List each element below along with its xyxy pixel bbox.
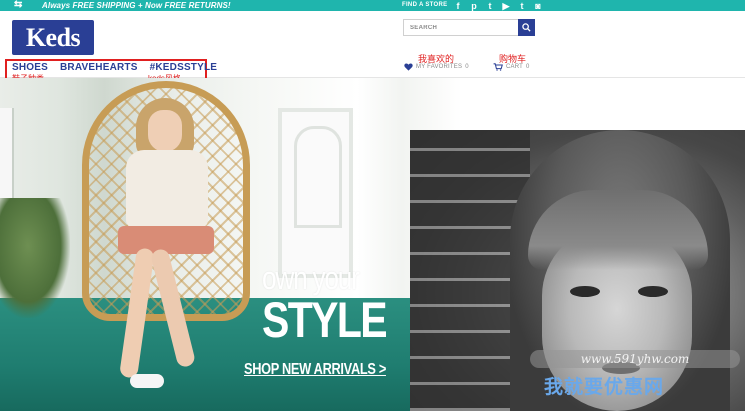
cart-count: 0 bbox=[526, 64, 530, 70]
hero-door bbox=[278, 108, 353, 278]
youtube-icon[interactable]: ▶ bbox=[501, 1, 511, 11]
my-favorites-link[interactable]: MY FAVORITES 0 bbox=[404, 63, 469, 71]
watermark-text: 我就要优惠网 bbox=[544, 377, 665, 398]
main-nav: SHOES BRAVEHEARTS #KEDSSTYLE bbox=[12, 62, 217, 73]
cart-label: CART bbox=[506, 64, 524, 70]
promo-bar: ⇆ Always FREE SHIPPING + Now FREE RETURN… bbox=[0, 0, 745, 11]
promo-text[interactable]: Always FREE SHIPPING + Now FREE RETURNS! bbox=[42, 0, 231, 11]
twitter-icon[interactable]: t bbox=[485, 1, 495, 11]
search-input[interactable] bbox=[404, 20, 524, 35]
facebook-icon[interactable]: f bbox=[453, 1, 463, 11]
nav-item-shoes[interactable]: SHOES bbox=[12, 62, 48, 73]
hero-banner[interactable]: own your STYLE SHOP NEW ARRIVALS > www.5… bbox=[0, 78, 745, 411]
cart-link[interactable]: CART 0 bbox=[493, 63, 530, 71]
search-box bbox=[403, 19, 535, 36]
shop-new-arrivals-link[interactable]: SHOP NEW ARRIVALS > bbox=[244, 361, 386, 379]
site-header: Keds SHOES BRAVEHEARTS #KEDSSTYLE 鞋子种类 k… bbox=[0, 11, 745, 83]
tumblr-icon[interactable]: t bbox=[517, 1, 527, 11]
social-links: f p t ▶ t ◙ bbox=[453, 0, 543, 11]
swap-arrows-icon: ⇆ bbox=[14, 0, 23, 10]
find-a-store-link[interactable]: FIND A STORE bbox=[402, 0, 447, 11]
site-watermark: www.591yhw.com 我就要优惠网 bbox=[530, 342, 740, 408]
instagram-icon[interactable]: ◙ bbox=[533, 1, 543, 11]
pinterest-icon[interactable]: p bbox=[469, 1, 479, 11]
hero-headline-line1: own your bbox=[262, 260, 360, 296]
nav-item-bravehearts[interactable]: BRAVEHEARTS bbox=[60, 62, 138, 73]
search-button[interactable] bbox=[518, 19, 535, 36]
hero-model bbox=[118, 98, 222, 398]
hero-headline-line2: STYLE bbox=[262, 292, 388, 348]
keds-logo[interactable]: Keds bbox=[12, 20, 94, 55]
favorites-count: 0 bbox=[465, 64, 469, 70]
heart-icon bbox=[404, 63, 413, 71]
watermark-url: www.591yhw.com bbox=[530, 350, 740, 368]
favorites-label: MY FAVORITES bbox=[416, 64, 463, 70]
hero-plant bbox=[0, 198, 70, 318]
cart-icon bbox=[493, 63, 503, 71]
nav-item-kedsstyle[interactable]: #KEDSSTYLE bbox=[150, 62, 218, 73]
search-icon bbox=[522, 23, 531, 32]
